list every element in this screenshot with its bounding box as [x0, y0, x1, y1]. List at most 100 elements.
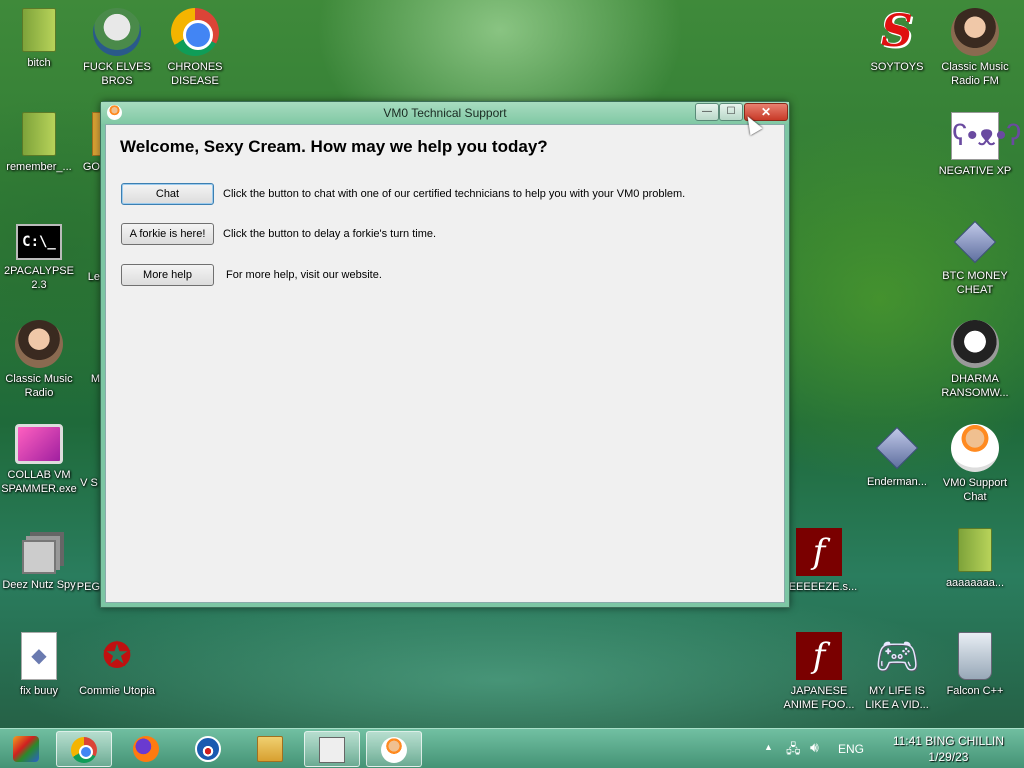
bunny-icon: ʕ•ᴥ•ʔ	[951, 112, 1021, 160]
folder-icon	[22, 112, 56, 156]
more-help-button[interactable]: More help	[121, 264, 214, 286]
desktop-icon-commie-utopia[interactable]: ✪ Commie Utopia	[78, 632, 156, 698]
chat-button[interactable]: Chat	[121, 183, 214, 205]
desktop-icon-label: Enderman...	[867, 476, 927, 488]
chat-description: Click the button to chat with one of our…	[223, 188, 686, 200]
window-title: VM0 Technical Support	[383, 106, 507, 120]
desktop-icon-falcon-cpp[interactable]: Falcon C++	[936, 632, 1014, 698]
file-icon: ◆	[21, 632, 57, 680]
taskbar-chrome[interactable]	[56, 731, 112, 767]
desktop-icon-le[interactable]: Le	[60, 218, 100, 284]
desktop-icon-label: NEGATIVE XP	[938, 165, 1012, 177]
soytoys-logo-icon: S	[881, 6, 913, 57]
flash-icon: f	[796, 528, 842, 576]
clock[interactable]: 11:41 BING CHILLIN 1/29/23	[893, 733, 1004, 765]
diamond-script-icon	[953, 220, 997, 264]
app-icon	[78, 424, 100, 472]
recycle-bin-icon	[958, 632, 992, 680]
desktop-icon-label: VM0 Support Chat	[942, 477, 1008, 503]
desktop-icon-label: FUCK ELVES BROS	[83, 61, 151, 87]
desktop-icon-label: BTC MONEY CHEAT	[942, 270, 1008, 296]
desktop-icon-bitch[interactable]: bitch	[0, 8, 78, 70]
window-stack-icon	[22, 540, 56, 574]
command-prompt-icon: C:\_	[16, 224, 62, 260]
desktop-icon-label: bitch	[27, 57, 51, 69]
start-orb-icon	[13, 736, 39, 762]
show-hidden-icons-button[interactable]: ▲	[764, 742, 773, 752]
desktop-icon-dharma-ransomware[interactable]: DHARMA RANSOMW...	[936, 320, 1014, 400]
portrait-icon	[951, 8, 999, 56]
skull-icon	[951, 320, 999, 368]
elf-app-icon	[93, 8, 141, 56]
taskbar: ▲ 🖧︎ 🔊︎ ENG 11:41 BING CHILLIN 1/29/23	[0, 728, 1024, 768]
forkie-description: Click the button to delay a forkie's tur…	[223, 228, 437, 240]
desktop-icon-label: MY LIFE IS LIKE A VID...	[865, 685, 929, 711]
desktop-icon-label: PEG	[76, 581, 100, 593]
desktop-icon-reeeeeze[interactable]: f REEEEEZE.s...	[780, 528, 858, 594]
language-indicator[interactable]: ENG	[838, 742, 864, 756]
desktop-icon-label: Classic Music Radio FM	[941, 61, 1009, 87]
flash-icon: f	[796, 632, 842, 680]
desktop-icon-label: Falcon C++	[946, 685, 1004, 697]
desktop-icon-go[interactable]: GO	[56, 112, 126, 174]
desktop-icon-label: CHRONES DISEASE	[167, 61, 223, 87]
chrome-icon	[71, 737, 97, 763]
window-titlebar[interactable]: VM0 Technical Support — ☐ ✕	[101, 102, 789, 124]
start-button[interactable]	[4, 731, 48, 767]
network-icon[interactable]: 🖧︎	[786, 740, 801, 762]
window-client-area: Welcome, Sexy Cream. How may we help you…	[105, 124, 785, 603]
desktop-icon-aaaaaaaa[interactable]: aaaaaaaa...	[936, 528, 1014, 590]
desktop-icon-collab-vm-spammer[interactable]: COLLAB VM SPAMMER.exe	[0, 424, 78, 496]
firefox-icon	[133, 736, 159, 762]
desktop-icon-label: V S	[80, 477, 98, 489]
obama-logo-icon	[195, 736, 221, 762]
desktop-icon-label: JAPANESE ANIME FOO...	[783, 685, 855, 711]
desktop-icon-fuck-elves-bros[interactable]: FUCK ELVES BROS	[78, 8, 156, 88]
welcome-heading: Welcome, Sexy Cream. How may we help you…	[120, 137, 548, 156]
desktop-icon-label: DHARMA RANSOMW...	[941, 373, 1009, 399]
desktop-icon-label: aaaaaaaa...	[945, 577, 1005, 589]
desktop-icon-label: Commie Utopia	[79, 685, 155, 697]
taskbar-firefox[interactable]	[118, 731, 174, 767]
desktop-icon-negative-xp[interactable]: ʕ•ᴥ•ʔ NEGATIVE XP	[936, 112, 1021, 178]
desktop-icon-peg[interactable]: PEG	[64, 528, 100, 594]
taskbar-file-explorer[interactable]	[242, 731, 298, 767]
minimize-button[interactable]: —	[695, 103, 719, 121]
desktop-icon-label: SOYTOYS	[870, 61, 924, 73]
taskbar-obama-logo-app[interactable]	[180, 731, 236, 767]
more-help-description: For more help, visit our website.	[226, 269, 382, 281]
desktop-icon-label: Le	[87, 271, 100, 283]
desktop-icon-fix-buuy[interactable]: ◆ fix buuy	[0, 632, 78, 698]
gamepad-icon: 🎮︎	[874, 635, 920, 676]
folder-icon	[958, 528, 992, 572]
desktop-icon-chrones-disease[interactable]: CHRONES DISEASE	[156, 8, 234, 88]
eagle-emblem-icon: ✪	[102, 637, 132, 675]
desktop-icon-label: fix buuy	[20, 685, 58, 697]
file-explorer-icon	[257, 736, 283, 762]
desktop-icon-classic-music-radio-fm[interactable]: Classic Music Radio FM	[936, 8, 1014, 88]
desktop-icon-m[interactable]: M	[60, 320, 100, 386]
forkie-button[interactable]: A forkie is here!	[121, 223, 214, 245]
app-icon	[64, 528, 100, 576]
desktop-icon-japanese-anime[interactable]: f JAPANESE ANIME FOO...	[780, 632, 858, 712]
desktop-icon-label: GO	[82, 161, 100, 173]
desktop-icon-v[interactable]: V S	[78, 424, 100, 490]
folder-icon	[22, 8, 56, 52]
diamond-script-icon	[875, 426, 919, 470]
maximize-button[interactable]: ☐	[719, 103, 743, 121]
desktop-icon-enderman[interactable]: Enderman...	[858, 424, 936, 489]
taskbar-vm0-support[interactable]	[366, 731, 422, 767]
desktop-icon-my-life[interactable]: 🎮︎ MY LIFE IS LIKE A VID...	[858, 632, 936, 712]
portrait-icon	[15, 320, 63, 368]
desktop-icon-soytoys[interactable]: S SOYTOYS	[858, 8, 936, 74]
desktop-icon-label: COLLAB VM SPAMMER.exe	[1, 469, 77, 495]
desktop-icon-btc-money-cheat[interactable]: BTC MONEY CHEAT	[936, 218, 1014, 297]
desktop-icon-label: M	[90, 373, 100, 385]
volume-icon[interactable]: 🔊︎	[810, 739, 819, 756]
vm0-support-window: VM0 Technical Support — ☐ ✕ Welcome, Sex…	[100, 101, 790, 608]
clock-date: 1/29/23	[928, 750, 969, 764]
monitor-icon	[15, 424, 63, 464]
cash-register-icon	[319, 737, 345, 763]
desktop-icon-vm0-support-chat[interactable]: VM0 Support Chat	[936, 424, 1014, 504]
taskbar-register-app[interactable]	[304, 731, 360, 767]
